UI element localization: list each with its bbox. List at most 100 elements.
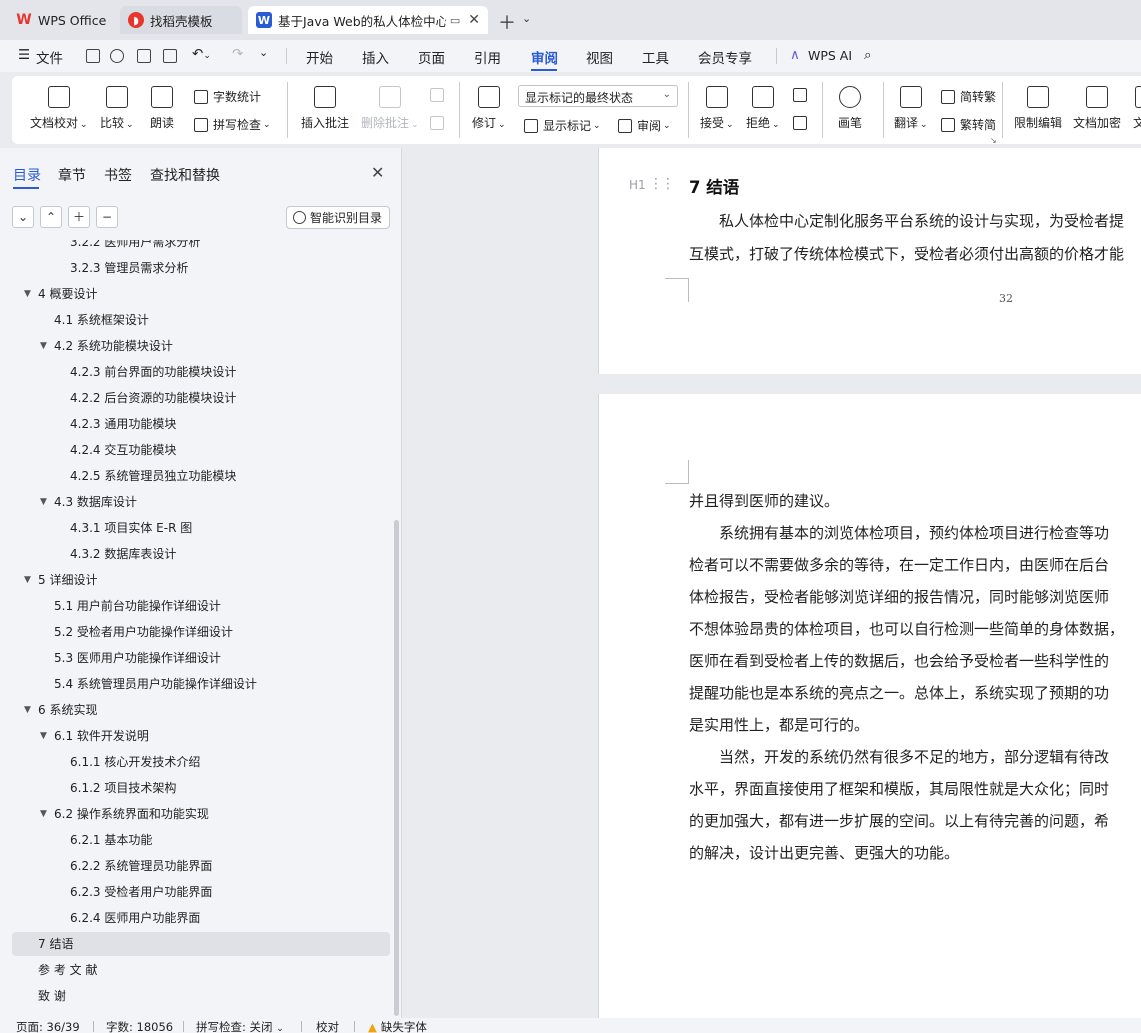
toc-item[interactable]: 3.2.2 医师用户需求分析	[12, 240, 390, 254]
toc-item[interactable]: 5.1 用户前台功能操作详细设计	[12, 594, 390, 618]
menu-page[interactable]: 页面	[418, 47, 445, 67]
spell-check-button[interactable]: 拼写检查 ⌄	[194, 116, 271, 133]
menu-home[interactable]: 开始	[306, 47, 333, 67]
next-change-icon[interactable]	[793, 116, 812, 130]
expand-down-icon[interactable]: ⌄	[12, 206, 34, 228]
accept-button[interactable]: 接受 ⌄	[700, 86, 734, 131]
menu-reference[interactable]: 引用	[474, 47, 501, 67]
review-pane-button[interactable]: 审阅 ⌄	[618, 117, 671, 134]
toc-item[interactable]: 6.1.2 项目技术架构	[12, 776, 390, 800]
toc-item[interactable]: ▼ 6.1 软件开发说明	[12, 724, 390, 748]
share-icon[interactable]	[110, 49, 124, 63]
menu-view[interactable]: 视图	[586, 47, 613, 67]
delete-comment-button[interactable]: 删除批注 ⌄	[361, 86, 419, 131]
document-area[interactable]: H1 ⋮⋮ 7 结语 私人体检中心定制化服务平台系统的设计与实现，为受检者提 互模…	[403, 148, 1141, 1018]
compare-button[interactable]: 比较 ⌄	[100, 86, 134, 131]
toc-item[interactable]: 5.4 系统管理员用户功能操作详细设计	[12, 672, 390, 696]
toc-item[interactable]: ▼ 5 详细设计	[12, 568, 390, 592]
collapse-toggle-icon[interactable]: ▼	[24, 568, 31, 592]
toc-item[interactable]: 4.2.3 通用功能模块	[12, 412, 390, 436]
collapse-toggle-icon[interactable]: ▼	[40, 802, 47, 826]
close-icon[interactable]: ✕	[371, 163, 384, 182]
toc-item[interactable]: 6.2.3 受检者用户功能界面	[12, 880, 390, 904]
toc-item[interactable]: ▼ 4.2 系统功能模块设计	[12, 334, 390, 358]
more-chevron-icon[interactable]: ⌄	[259, 46, 268, 59]
to-simplified-button[interactable]: 繁转简	[941, 116, 996, 133]
toc-item[interactable]: 6.1.1 核心开发技术介绍	[12, 750, 390, 774]
toc-item[interactable]: 6.2.2 系统管理员功能界面	[12, 854, 390, 878]
menu-member[interactable]: 会员专享	[698, 47, 752, 67]
previous-change-icon[interactable]	[793, 88, 812, 102]
reject-button[interactable]: 拒绝 ⌄	[746, 86, 780, 131]
doc-proofread-button[interactable]: 文档校对 ⌄	[30, 86, 88, 131]
toc-item[interactable]: 6.2.1 基本功能	[12, 828, 390, 852]
collapse-toggle-icon[interactable]: ▼	[40, 490, 47, 514]
pen-button[interactable]: 画笔	[838, 86, 862, 131]
restrict-editing-button[interactable]: 限制编辑	[1014, 86, 1062, 131]
toc-item[interactable]: 4.3.2 数据库表设计	[12, 542, 390, 566]
nav-tab-bookmarks[interactable]: 书签	[104, 165, 132, 185]
nav-tab-sections[interactable]: 章节	[58, 165, 86, 185]
close-tab-icon[interactable]: ✕	[468, 12, 480, 28]
new-tab-icon[interactable]: ＋	[498, 9, 516, 35]
tab-wps-office[interactable]: W WPS Office	[8, 6, 114, 34]
toc-item[interactable]: 4.2.2 后台资源的功能模块设计	[12, 386, 390, 410]
monitor-icon[interactable]: ▭	[450, 14, 460, 27]
spell-check-status[interactable]: 拼写检查: 关闭 ⌄	[196, 1019, 284, 1033]
collapse-toggle-icon[interactable]: ▼	[24, 698, 31, 722]
toc-item[interactable]: 5.2 受检者用户功能操作详细设计	[12, 620, 390, 644]
toc-item[interactable]: 3.2.3 管理员需求分析	[12, 256, 390, 280]
menu-insert[interactable]: 插入	[362, 47, 389, 67]
print-icon[interactable]	[137, 49, 151, 63]
word-count-button[interactable]: 字数统计	[194, 88, 261, 105]
toc-item[interactable]: 7 结语	[12, 932, 390, 956]
nav-tab-find-replace[interactable]: 查找和替换	[150, 165, 220, 185]
toc-item[interactable]: 致 谢	[12, 984, 390, 1008]
add-level-icon[interactable]: ＋	[68, 206, 90, 228]
hamburger-icon[interactable]: ☰	[18, 47, 30, 63]
show-markup-button[interactable]: 显示标记 ⌄	[524, 117, 601, 134]
markup-state-select[interactable]: 显示标记的最终状态 ⌄	[518, 85, 678, 107]
truncated-ribbon-button[interactable]: 文	[1133, 86, 1141, 131]
undo-icon[interactable]: ↶⌄	[192, 46, 211, 62]
insert-comment-button[interactable]: 插入批注	[301, 86, 349, 131]
collapse-toggle-icon[interactable]: ▼	[24, 282, 31, 306]
collapse-up-icon[interactable]: ⌃	[40, 206, 62, 228]
collapse-toggle-icon[interactable]: ▼	[40, 334, 47, 358]
word-count[interactable]: 字数: 18056	[106, 1019, 173, 1033]
launcher-icon[interactable]: ↘	[990, 136, 997, 145]
page-indicator[interactable]: 页面: 36/39	[16, 1019, 80, 1033]
nav-tab-toc[interactable]: 目录	[13, 165, 41, 185]
toc-item[interactable]: 5.3 医师用户功能操作详细设计	[12, 646, 390, 670]
track-changes-button[interactable]: 修订 ⌄	[472, 86, 506, 131]
tab-template-store[interactable]: ◗ 找稻壳模板	[120, 6, 242, 34]
missing-font-status[interactable]: ▲ 缺失字体	[368, 1019, 427, 1033]
encrypt-document-button[interactable]: 文档加密	[1073, 86, 1121, 131]
toc-item[interactable]: 4.3.1 项目实体 E-R 图	[12, 516, 390, 540]
toc-item[interactable]: 4.2.4 交互功能模块	[12, 438, 390, 462]
translate-button[interactable]: 翻译 ⌄	[894, 86, 928, 131]
toc-item[interactable]: 4.2.5 系统管理员独立功能模块	[12, 464, 390, 488]
prev-comment-icon[interactable]	[430, 88, 449, 102]
print-preview-icon[interactable]	[163, 49, 177, 63]
tab-document[interactable]: W 基于Java Web的私人体检中心 ▭ ✕	[248, 6, 488, 34]
drag-handle-icon[interactable]: ⋮⋮	[649, 176, 675, 192]
toc-item[interactable]: ▼ 6 系统实现	[12, 698, 390, 722]
smart-toc-button[interactable]: 智能识别目录	[286, 206, 390, 229]
menu-review[interactable]: 审阅	[531, 47, 558, 67]
next-comment-icon[interactable]	[430, 116, 449, 130]
toc-item[interactable]: ▼ 4.3 数据库设计	[12, 490, 390, 514]
proofread-status[interactable]: 校对	[316, 1019, 339, 1033]
collapse-toggle-icon[interactable]: ▼	[40, 724, 47, 748]
toc-item[interactable]: 参 考 文 献	[12, 958, 390, 982]
menu-tools[interactable]: 工具	[642, 47, 669, 67]
search-icon[interactable]: ⌕	[864, 47, 872, 63]
toc-item[interactable]: 4.2.3 前台界面的功能模块设计	[12, 360, 390, 384]
toc-item[interactable]: 4.1 系统框架设计	[12, 308, 390, 332]
toc-item[interactable]: ▼ 6.2 操作系统界面和功能实现	[12, 802, 390, 826]
menu-wps-ai[interactable]: WPS AI	[808, 48, 852, 63]
toc-item[interactable]: ▼ 4 概要设计	[12, 282, 390, 306]
scrollbar[interactable]	[394, 520, 399, 1016]
redo-icon[interactable]: ↷	[232, 46, 243, 62]
remove-level-icon[interactable]: −	[96, 206, 118, 228]
